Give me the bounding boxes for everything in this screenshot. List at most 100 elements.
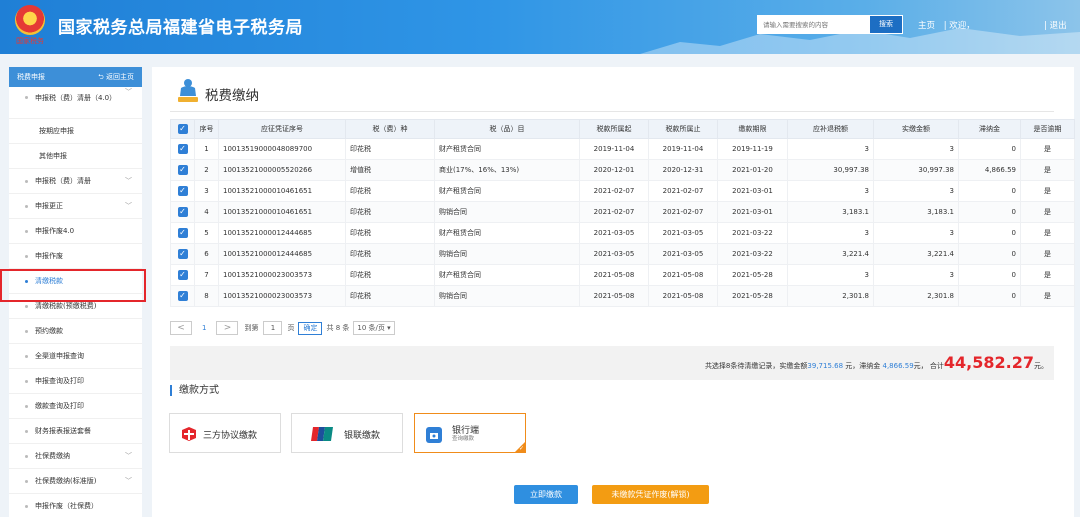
sidebar-item-void-filing-4[interactable]: 申报作废4.0 — [9, 219, 142, 244]
sidebar-item-void-filing[interactable]: 申报作废 — [9, 244, 142, 269]
row-checkbox[interactable]: ✓ — [170, 138, 195, 160]
table-cell: 2,301.8 — [787, 285, 874, 307]
table-cell: 0 — [958, 180, 1021, 202]
col-header: 缴款期限 — [717, 119, 788, 139]
table-cell: 2021-02-07 — [648, 180, 718, 202]
main-panel: 税费缴纳 ✓ 序号 应征凭证序号 税（费）种 税（品）目 税款所属起 税款所属止… — [152, 67, 1075, 517]
row-checkbox[interactable]: ✓ — [170, 180, 195, 202]
top-nav: 主页 | 欢迎， — [918, 19, 981, 31]
row-checkbox[interactable]: ✓ — [170, 201, 195, 223]
table-cell: 2021-05-08 — [648, 285, 718, 307]
table-cell: 2021-03-01 — [717, 201, 788, 223]
table-cell: 2019-11-04 — [579, 138, 649, 160]
table-cell: 是 — [1020, 264, 1075, 286]
table-row[interactable]: ✓ 6 10013521000012444685 印花税 购销合同 2021-03-05 2… — [170, 243, 1075, 265]
goto-page-input[interactable]: 1 — [263, 321, 283, 335]
pay-now-button[interactable]: 立即缴款 — [514, 485, 578, 504]
sidebar-item-filing-list-4[interactable]: 申报税（费）清册（4.0） ﹀ — [9, 87, 142, 119]
sidebar-item-filing-list[interactable]: 申报税（费）清册 ﹀ — [9, 169, 142, 194]
table-cell: 2021-02-07 — [579, 201, 649, 223]
table-cell: 2020-12-31 — [648, 159, 718, 181]
table-cell: 3,221.4 — [787, 243, 874, 265]
table-cell: 4 — [194, 201, 219, 223]
table-cell: 印花税 — [345, 180, 435, 202]
table-row[interactable]: ✓ 8 10013521000023003573 印花税 购销合同 2021-05-08 2… — [170, 285, 1075, 307]
table-cell: 是 — [1020, 201, 1075, 223]
sidebar-item-social-insurance[interactable]: 社保费缴纳 ﹀ — [9, 444, 142, 469]
logout-link[interactable]: | 退出 — [1044, 19, 1067, 31]
table-cell: 2019-11-19 — [717, 138, 788, 160]
row-checkbox[interactable]: ✓ — [170, 285, 195, 307]
sidebar-item-filing-correction[interactable]: 申报更正 ﹀ — [9, 194, 142, 219]
prev-page-button[interactable]: < — [170, 321, 192, 335]
gift-box-icon — [182, 427, 196, 441]
sidebar-item-scheduled-payment[interactable]: 预约缴款 — [9, 319, 142, 344]
table-cell: 2021-05-08 — [648, 264, 718, 286]
table-cell: 印花税 — [345, 264, 435, 286]
row-checkbox[interactable]: ✓ — [170, 243, 195, 265]
table-cell: 4,866.59 — [958, 159, 1021, 181]
national-emblem-logo: 国家税务 — [12, 5, 48, 45]
sidebar-item-social-insurance-standard[interactable]: 社保费缴纳(标准版) ﹀ — [9, 469, 142, 494]
sidebar-item-filing-query-print[interactable]: 申报查询及打印 — [9, 369, 142, 394]
back-home-link[interactable]: ⮌ 返回主页 — [98, 67, 134, 87]
payment-method-bank[interactable]: 银行端 查询缴款 ✓ — [414, 413, 526, 453]
table-cell: 2021-02-07 — [579, 180, 649, 202]
table-cell: 10013519000048089700 — [218, 138, 346, 160]
table-row[interactable]: ✓ 5 10013521000012444685 印花税 财产租赁合同 2021-03-0… — [170, 222, 1075, 244]
page-size-select[interactable]: 10 条/页 ▾ — [353, 321, 395, 335]
table-cell: 1 — [194, 138, 219, 160]
table-header-row: ✓ 序号 应征凭证序号 税（费）种 税（品）目 税款所属起 税款所属止 缴款期限… — [170, 119, 1075, 139]
select-all-checkbox[interactable]: ✓ — [170, 119, 195, 139]
table-cell: 是 — [1020, 180, 1075, 202]
table-cell: 印花税 — [345, 201, 435, 223]
next-page-button[interactable]: > — [216, 321, 239, 335]
summary-text: 共选择8条待清缴记录，实缴金额39,715.68 元，滞纳金 4,866.59元… — [704, 353, 1048, 372]
late-fee-amount: 4,866.59 — [882, 362, 914, 370]
table-cell: 印花税 — [345, 222, 435, 244]
total-amount: 44,582.27 — [943, 353, 1034, 372]
table-cell: 2020-12-01 — [579, 159, 649, 181]
home-link[interactable]: 主页 — [918, 21, 935, 31]
table-row[interactable]: ✓ 1 10013519000048089700 印花税 财产租赁合同 2019-11-0… — [170, 138, 1075, 160]
table-cell: 2021-03-05 — [648, 243, 718, 265]
table-cell: 0 — [958, 222, 1021, 244]
page-title: 税费缴纳 — [205, 88, 259, 104]
table-cell: 3 — [787, 180, 874, 202]
table-cell: 10013521000005520266 — [218, 159, 346, 181]
row-checkbox[interactable]: ✓ — [170, 222, 195, 244]
current-page[interactable]: 1 — [202, 324, 206, 332]
sidebar-item-financial-report[interactable]: 财务报表报送套餐 — [9, 419, 142, 444]
sidebar-item-periodic-filing[interactable]: 按期应申报 — [9, 119, 142, 144]
table-cell: 2021-03-22 — [717, 243, 788, 265]
search-input[interactable] — [757, 15, 869, 34]
table-cell: 7 — [194, 264, 219, 286]
table-row[interactable]: ✓ 4 10013521000010461651 印花税 购销合同 2021-02-07 2… — [170, 201, 1075, 223]
table-cell: 2021-05-08 — [579, 264, 649, 286]
search-button[interactable]: 搜索 — [869, 15, 903, 34]
table-cell: 0 — [958, 285, 1021, 307]
row-checkbox[interactable]: ✓ — [170, 264, 195, 286]
sidebar-item-void-social-insurance[interactable]: 申报作废（社保费） — [9, 494, 142, 517]
table-cell: 2021-03-05 — [579, 222, 649, 244]
table-cell: 2021-01-20 — [717, 159, 788, 181]
table-cell: 2019-11-04 — [648, 138, 718, 160]
payment-method-unionpay[interactable]: 银联缴款 — [291, 413, 403, 453]
void-unpaid-voucher-button[interactable]: 未缴款凭证作废(解锁) — [592, 485, 709, 504]
table-row[interactable]: ✓ 2 10013521000005520266 增值税 商业(17%、16%、13%)… — [170, 159, 1075, 181]
col-header: 滞纳金 — [958, 119, 1021, 139]
sidebar-item-all-channel-query[interactable]: 全渠道申报查询 — [9, 344, 142, 369]
table-cell: 10013521000010461651 — [218, 201, 346, 223]
money-bag-icon — [178, 79, 198, 102]
sidebar-item-payment-query-print[interactable]: 缴款查询及打印 — [9, 394, 142, 419]
table-row[interactable]: ✓ 3 10013521000010461651 印花税 财产租赁合同 2021-02-0… — [170, 180, 1075, 202]
goto-confirm-button[interactable]: 确定 — [298, 321, 323, 335]
table-row[interactable]: ✓ 7 10013521000023003573 印花税 财产租赁合同 2021-05-0… — [170, 264, 1075, 286]
table-cell: 2021-05-28 — [717, 285, 788, 307]
col-header: 是否逾期 — [1020, 119, 1075, 139]
table-cell: 0 — [958, 264, 1021, 286]
table-cell: 3 — [787, 264, 874, 286]
payment-method-tripartite[interactable]: 三方协议缴款 — [169, 413, 281, 453]
sidebar-item-other-filing[interactable]: 其他申报 — [9, 144, 142, 169]
row-checkbox[interactable]: ✓ — [170, 159, 195, 181]
